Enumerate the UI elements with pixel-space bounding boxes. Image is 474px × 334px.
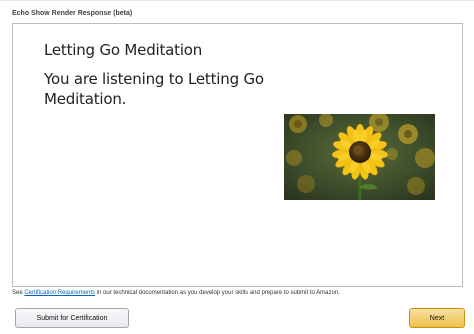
page: Echo Show Render Response (beta) Letting… <box>0 0 474 334</box>
certification-footnote: See Certification Requirements in our te… <box>12 290 340 296</box>
sunflower-image <box>284 114 435 200</box>
top-divider <box>0 0 474 1</box>
card-body-text: You are listening to Letting Go Meditati… <box>44 70 264 108</box>
submit-for-certification-button[interactable]: Submit for Certification <box>15 308 129 328</box>
card-title: Letting Go Meditation <box>44 41 203 59</box>
certification-requirements-link[interactable]: Certification Requirements <box>24 290 95 296</box>
echo-show-preview-frame: Letting Go Meditation You are listening … <box>12 23 463 287</box>
section-title: Echo Show Render Response (beta) <box>12 10 133 17</box>
footnote-prefix: See <box>12 290 25 296</box>
footnote-suffix: in our technical documentation as you de… <box>95 290 340 296</box>
next-button[interactable]: Next <box>409 308 465 328</box>
